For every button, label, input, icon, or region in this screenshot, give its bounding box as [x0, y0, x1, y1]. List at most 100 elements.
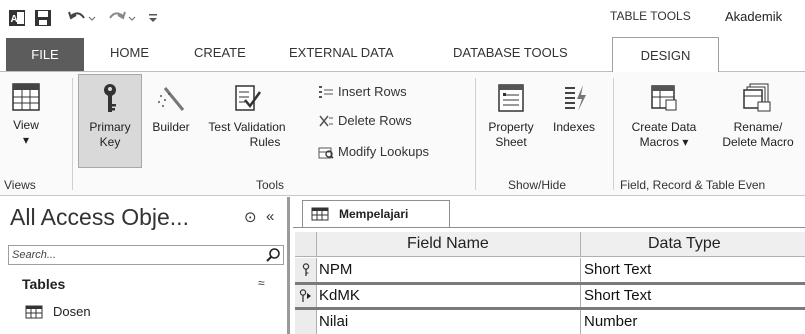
view-button[interactable]: View ▾	[2, 82, 50, 148]
tab-external-data[interactable]: EXTERNAL DATA	[289, 45, 394, 60]
test-validation-label-1: Test Validation	[208, 120, 286, 134]
property-sheet-icon	[498, 84, 524, 112]
column-divider	[580, 232, 581, 256]
insert-rows-icon	[319, 85, 333, 98]
test-validation-label-2: Rules	[249, 135, 281, 149]
data-type-cell[interactable]: Number	[584, 313, 637, 330]
create-data-macros-label-2: Macros ▾	[639, 135, 689, 149]
column-header-field-name[interactable]: Field Name	[407, 235, 489, 253]
nav-item-label: Dosen	[53, 304, 91, 319]
property-sheet-label-1: Property	[488, 120, 534, 134]
rename-delete-label-2: Delete Macro	[722, 135, 794, 149]
group-divider	[475, 78, 476, 190]
document-tab-label: Mempelajari	[339, 207, 409, 221]
rename-delete-label-1: Rename/	[733, 120, 783, 134]
collapse-section-icon[interactable]: ≈	[258, 276, 265, 290]
chevron-down-icon: ▾	[22, 133, 30, 147]
document-area: Mempelajari Field Name Data Type NPM Sho…	[293, 197, 805, 334]
nav-section-tables[interactable]: Tables	[22, 276, 65, 292]
magic-wand-icon	[158, 87, 185, 111]
access-logo-icon[interactable]: A	[6, 6, 28, 30]
column-divider	[580, 310, 581, 334]
column-divider	[580, 285, 581, 307]
table-row[interactable]: NPM Short Text	[295, 258, 805, 283]
validation-icon	[235, 85, 262, 111]
row-selector-primary-key-icon[interactable]	[295, 258, 317, 282]
table-icon	[311, 207, 329, 221]
key-icon	[104, 84, 116, 112]
ribbon-tabs: FILE HOME CREATE EXTERNAL DATA DATABASE …	[0, 36, 805, 73]
group-label-show-hide: Show/Hide	[508, 178, 567, 192]
property-sheet-label-2: Sheet	[495, 135, 527, 149]
modify-lookups-label: Modify Lookups	[338, 144, 430, 159]
modify-lookups-button[interactable]: Modify Lookups	[318, 144, 429, 159]
test-validation-rules-button[interactable]: Test Validation Rules	[199, 82, 295, 150]
tab-design[interactable]: DESIGN	[612, 37, 719, 73]
row-selector-current-key-icon[interactable]	[295, 285, 317, 307]
insert-rows-button[interactable]: Insert Rows	[318, 84, 407, 99]
group-label-tools: Tools	[256, 178, 285, 192]
redo-icon[interactable]	[104, 6, 140, 30]
field-name-cell[interactable]: Nilai	[319, 313, 348, 330]
title-bar: A TABLE TOOLS Akademik	[0, 0, 805, 36]
table-row-current[interactable]: KdMK Short Text	[295, 282, 805, 310]
data-type-cell[interactable]: Short Text	[584, 287, 651, 304]
group-divider	[72, 78, 73, 190]
view-label: View	[13, 118, 39, 132]
shutter-bar-close-icon[interactable]: «	[266, 208, 274, 225]
customize-toolbar-icon[interactable]	[146, 6, 160, 30]
navigation-pane: All Access Obje... ⊙ « Search... Tables …	[0, 197, 290, 334]
view-icon	[12, 83, 40, 111]
delete-rows-label: Delete Rows	[338, 113, 412, 128]
save-icon[interactable]	[32, 6, 54, 30]
tab-file[interactable]: FILE	[6, 38, 84, 71]
indexes-label: Indexes	[552, 120, 596, 134]
tab-database-tools[interactable]: DATABASE TOOLS	[453, 45, 568, 60]
rename-delete-macro-button[interactable]: Rename/ Delete Macro	[712, 82, 804, 150]
nav-menu-icon[interactable]: ⊙	[244, 208, 257, 226]
field-name-cell[interactable]: NPM	[319, 261, 352, 278]
group-label-views: Views	[4, 178, 36, 192]
nav-item-dosen[interactable]: Dosen	[25, 304, 91, 319]
create-data-macros-button[interactable]: Create Data Macros ▾	[617, 82, 711, 150]
builder-label: Builder	[152, 120, 190, 134]
table-icon	[25, 305, 43, 318]
primary-key-label-1: Primary	[89, 120, 131, 134]
app-title: Akademik	[725, 9, 783, 24]
modify-lookups-icon	[318, 147, 334, 159]
column-header-data-type[interactable]: Data Type	[648, 235, 721, 253]
ribbon: View ▾ Views Primary Key Builder Test Va…	[0, 72, 805, 196]
tab-home[interactable]: HOME	[110, 45, 149, 60]
tab-create[interactable]: CREATE	[194, 45, 246, 60]
nav-search-input[interactable]: Search...	[8, 245, 284, 265]
undo-icon[interactable]	[64, 6, 100, 30]
search-icon[interactable]	[265, 247, 281, 263]
data-macro-icon	[651, 85, 677, 111]
nav-pane-title[interactable]: All Access Obje...	[10, 204, 189, 231]
delete-rows-icon	[319, 115, 333, 126]
primary-key-button[interactable]: Primary Key	[79, 82, 141, 150]
svg-text:A: A	[11, 14, 18, 25]
delete-rows-button[interactable]: Delete Rows	[318, 113, 412, 128]
group-divider	[613, 78, 614, 190]
grid-header-row: Field Name Data Type	[295, 232, 805, 257]
table-tools-context-label: TABLE TOOLS	[610, 9, 691, 23]
table-row[interactable]: Nilai Number	[295, 310, 805, 334]
column-divider	[580, 258, 581, 282]
row-selector[interactable]	[295, 310, 317, 334]
create-data-macros-label-1: Create Data	[631, 120, 697, 134]
rename-macro-icon	[743, 83, 771, 112]
document-tab-mempelajari[interactable]: Mempelajari	[302, 200, 450, 227]
indexes-icon	[565, 85, 586, 111]
property-sheet-button[interactable]: Property Sheet	[480, 82, 542, 150]
tab-underline	[293, 227, 805, 228]
field-name-cell[interactable]: KdMK	[319, 287, 360, 304]
data-type-cell[interactable]: Short Text	[584, 261, 651, 278]
nav-search-placeholder: Search...	[12, 249, 57, 261]
primary-key-label-2: Key	[99, 135, 121, 149]
indexes-button[interactable]: Indexes	[544, 82, 604, 135]
select-all-corner[interactable]	[295, 232, 317, 256]
insert-rows-label: Insert Rows	[338, 84, 407, 99]
group-label-field-record-table-events: Field, Record & Table Even	[620, 178, 766, 192]
builder-button[interactable]: Builder	[143, 82, 199, 135]
